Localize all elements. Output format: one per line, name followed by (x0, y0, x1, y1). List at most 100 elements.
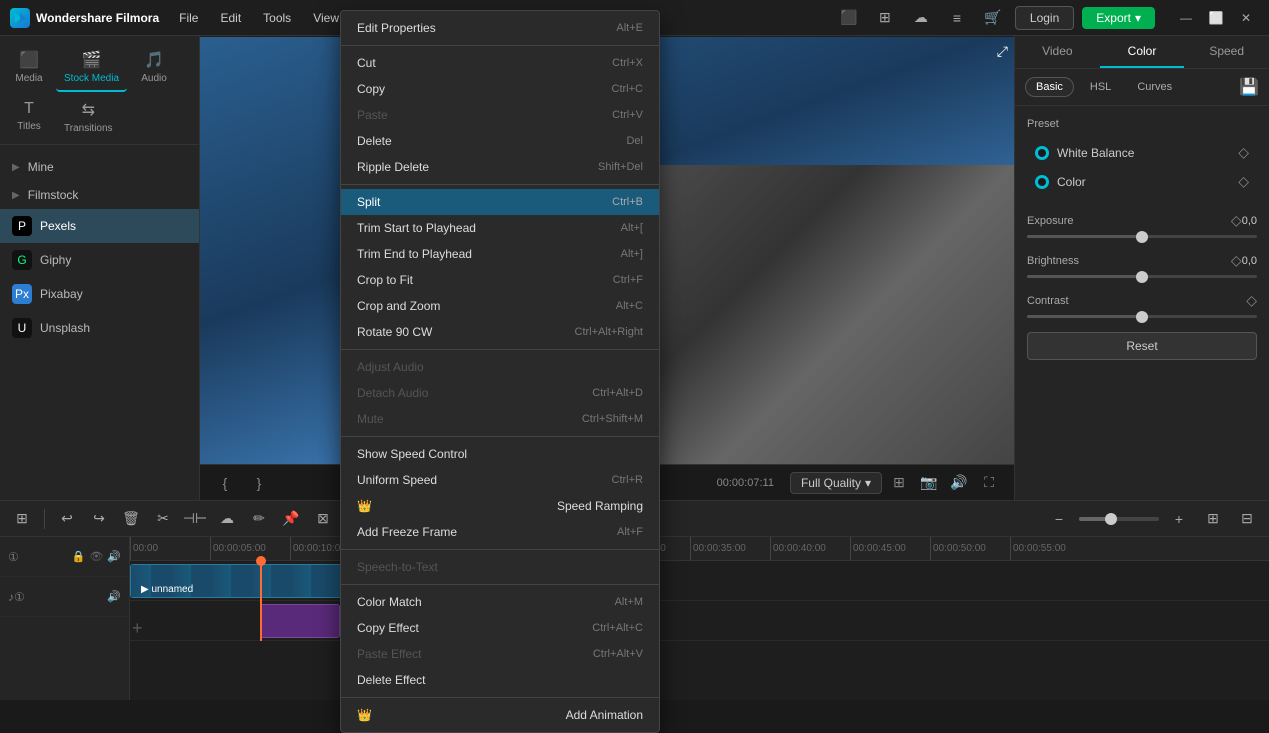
ctx-crop-zoom[interactable]: Crop and Zoom Alt+C (341, 293, 659, 319)
sidebar-tab-stock-media[interactable]: 🎬 Stock Media (56, 44, 127, 92)
ctx-add-freeze[interactable]: Add Freeze Frame Alt+F (341, 519, 659, 545)
brightness-value: 0,0 (1242, 255, 1257, 267)
white-balance-option[interactable]: White Balance ◇ (1027, 138, 1257, 167)
timeline-box-btn[interactable]: ⊠ (309, 505, 337, 533)
timeline-pin-btn[interactable]: 📌 (277, 505, 305, 533)
add-track-button[interactable]: + (132, 618, 143, 639)
sidebar-tab-audio[interactable]: 🎵 Audio (129, 44, 179, 92)
reset-button[interactable]: Reset (1027, 332, 1257, 360)
ctx-add-animation[interactable]: 👑 Add Animation (341, 702, 659, 728)
fit-screen-icon[interactable]: ⊞ (886, 470, 912, 496)
ctx-crop-fit[interactable]: Crop to Fit Ctrl+F (341, 267, 659, 293)
color-option[interactable]: Color ◇ (1027, 167, 1257, 196)
ctx-paste: Paste Ctrl+V (341, 102, 659, 128)
save-preset-icon[interactable]: 💾 (1239, 77, 1259, 97)
brightness-fill (1027, 275, 1142, 278)
ctx-edit-properties[interactable]: Edit Properties Alt+E (341, 15, 659, 41)
sub-tab-basic[interactable]: Basic (1025, 77, 1074, 97)
preview-next-icon[interactable]: } (246, 470, 272, 496)
timeline-marker-btn[interactable]: ✏ (245, 505, 273, 533)
track-eye-icon[interactable]: 👁 (89, 550, 103, 563)
ctx-delete[interactable]: Delete Del (341, 128, 659, 154)
quality-dropdown-icon: ▾ (865, 476, 871, 490)
fullscreen-icon[interactable]: ⛶ (976, 470, 1002, 496)
ctx-show-speed[interactable]: Show Speed Control (341, 441, 659, 467)
cart-icon[interactable]: 🛒 (979, 7, 1007, 29)
ctx-rotate[interactable]: Rotate 90 CW Ctrl+Alt+Right (341, 319, 659, 345)
sub-tab-curves[interactable]: Curves (1127, 78, 1182, 96)
ctx-divider-1 (341, 45, 659, 46)
track-lock-icon[interactable]: 🔒 (72, 550, 86, 563)
sidebar-item-giphy[interactable]: G Giphy (0, 243, 199, 277)
track-audio-mute-icon[interactable]: 🔊 (107, 590, 121, 603)
ctx-speed-ramping[interactable]: 👑 Speed Ramping (341, 493, 659, 519)
sidebar-item-mine[interactable]: ▶ Mine (0, 153, 199, 181)
sidebar-tab-transitions[interactable]: ⇆ Transitions (56, 94, 121, 140)
video-clip[interactable]: ▶ unnamed (130, 564, 350, 598)
crown-icon-animation: 👑 (357, 708, 372, 722)
grid-view-btn[interactable]: ⊞ (1199, 505, 1227, 533)
menu-icon[interactable]: ≡ (943, 7, 971, 29)
brightness-label-row: Brightness ◇ 0,0 (1027, 252, 1257, 269)
login-button[interactable]: Login (1015, 6, 1074, 30)
pexels-icon: P (12, 216, 32, 236)
brightness-slider[interactable] (1027, 275, 1257, 278)
close-button[interactable]: ✕ (1233, 7, 1259, 29)
expand-btn[interactable]: ⊟ (1233, 505, 1261, 533)
tab-color[interactable]: Color (1100, 36, 1185, 68)
layout-icon[interactable]: ⊞ (871, 7, 899, 29)
preview-expand-icon[interactable]: ⤢ (997, 43, 1008, 60)
menu-edit[interactable]: Edit (210, 7, 251, 29)
ctx-copy-effect[interactable]: Copy Effect Ctrl+Alt+C (341, 615, 659, 641)
sidebar-item-pexels[interactable]: P Pexels (0, 209, 199, 243)
sidebar-item-filmstock[interactable]: ▶ Filmstock (0, 181, 199, 209)
zoom-out-btn[interactable]: − (1045, 505, 1073, 533)
preview-prev-icon[interactable]: { (212, 470, 238, 496)
ctx-split[interactable]: Split Ctrl+B (341, 189, 659, 215)
exposure-slider[interactable] (1027, 235, 1257, 238)
screenshot-icon[interactable]: 📷 (916, 470, 942, 496)
ctx-color-match[interactable]: Color Match Alt+M (341, 589, 659, 615)
zoom-in-btn[interactable]: + (1165, 505, 1193, 533)
timeline-cut-btn[interactable]: ✂ (149, 505, 177, 533)
audio-icon-preview[interactable]: 🔊 (946, 470, 972, 496)
ctx-uniform-speed[interactable]: Uniform Speed Ctrl+R (341, 467, 659, 493)
brightness-thumb[interactable] (1136, 271, 1148, 283)
contrast-thumb[interactable] (1136, 311, 1148, 323)
timeline-grid-btn[interactable]: ⊞ (8, 505, 36, 533)
exposure-thumb[interactable] (1136, 231, 1148, 243)
menu-bar: File Edit Tools View (169, 7, 349, 29)
ctx-trim-end[interactable]: Trim End to Playhead Alt+] (341, 241, 659, 267)
contrast-slider[interactable] (1027, 315, 1257, 318)
timeline-split-btn[interactable]: ⊣⊢ (181, 505, 209, 533)
monitor-icon[interactable]: ⬛ (835, 7, 863, 29)
tab-video[interactable]: Video (1015, 36, 1100, 68)
menu-file[interactable]: File (169, 7, 208, 29)
sub-tab-hsl[interactable]: HSL (1080, 78, 1121, 96)
sidebar-item-pixabay[interactable]: Px Pixabay (0, 277, 199, 311)
zoom-slider[interactable] (1079, 517, 1159, 521)
track-audio-icon[interactable]: 🔊 (107, 550, 121, 563)
ctx-trim-start[interactable]: Trim Start to Playhead Alt+[ (341, 215, 659, 241)
audio-clip[interactable] (260, 604, 340, 638)
timeline-delete-btn[interactable]: 🗑 (117, 505, 145, 533)
ctx-cut[interactable]: Cut Ctrl+X (341, 50, 659, 76)
maximize-button[interactable]: ⬜ (1203, 7, 1229, 29)
sidebar-tab-media[interactable]: ⬛ Media (4, 44, 54, 92)
ctx-ripple-delete[interactable]: Ripple Delete Shift+Del (341, 154, 659, 180)
cloud-icon[interactable]: ☁ (907, 7, 935, 29)
timeline-cloud-btn[interactable]: ☁ (213, 505, 241, 533)
quality-button[interactable]: Full Quality ▾ (790, 472, 882, 494)
menu-tools[interactable]: Tools (253, 7, 301, 29)
crown-icon-speed: 👑 (357, 499, 372, 513)
export-button[interactable]: Export ▾ (1082, 7, 1155, 29)
tab-speed[interactable]: Speed (1184, 36, 1269, 68)
timeline-undo-btn[interactable]: ↩ (53, 505, 81, 533)
sidebar-tab-titles[interactable]: T Titles (4, 94, 54, 140)
timeline-redo-btn[interactable]: ↪ (85, 505, 113, 533)
ctx-delete-effect[interactable]: Delete Effect (341, 667, 659, 693)
minimize-button[interactable]: — (1173, 7, 1199, 29)
right-panel-tabs: Video Color Speed (1015, 36, 1269, 69)
sidebar-item-unsplash[interactable]: U Unsplash (0, 311, 199, 345)
ctx-copy[interactable]: Copy Ctrl+C (341, 76, 659, 102)
